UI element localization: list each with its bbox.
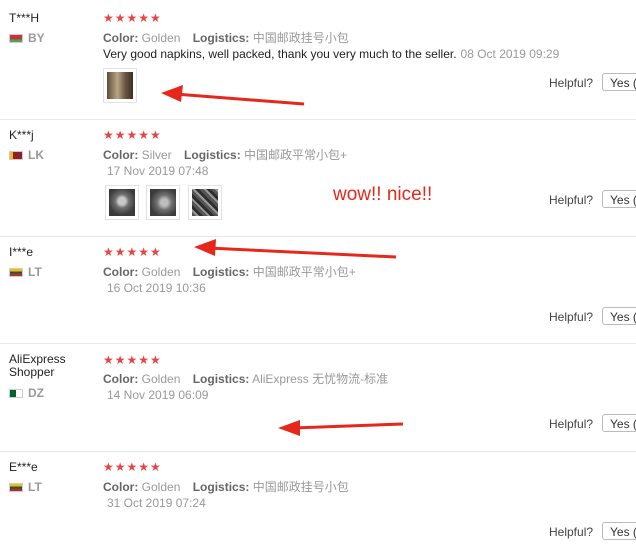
red-arrow xyxy=(278,420,404,436)
red-arrow xyxy=(194,239,397,259)
annotation-arrows xyxy=(161,85,404,436)
red-arrow xyxy=(161,85,305,106)
